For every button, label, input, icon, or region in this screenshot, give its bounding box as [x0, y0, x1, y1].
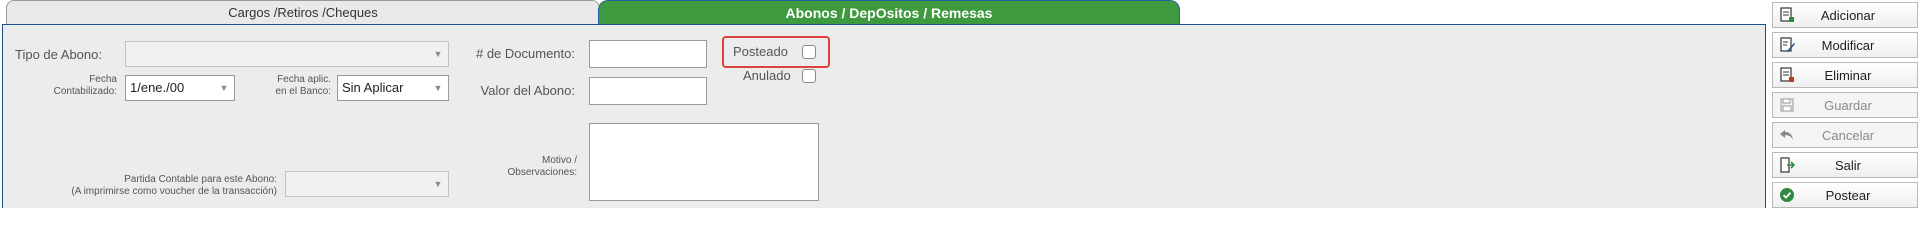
tab-cargos-label: Cargos /Retiros /Cheques: [228, 5, 378, 20]
anulado-label: Anulado: [743, 68, 791, 83]
undo-arrow-icon: [1773, 127, 1801, 143]
modificar-label: Modificar: [1821, 37, 1875, 53]
fecha-banco-label-line1: Fecha aplic.: [277, 74, 331, 85]
partida-label-line1: Partida Contable para este Abono:: [124, 174, 277, 185]
modificar-button[interactable]: Modificar: [1772, 32, 1918, 58]
exit-door-icon: [1773, 157, 1801, 173]
cancelar-label: Cancelar: [1821, 127, 1875, 143]
tipo-abono-label: Tipo de Abono:: [15, 47, 102, 62]
fecha-contab-label: Fecha Contabilizado:: [13, 74, 117, 98]
valor-abono-input[interactable]: [589, 77, 707, 105]
motivo-label-line2: Observaciones:: [507, 167, 577, 178]
num-documento-label: # de Documento:: [475, 46, 575, 61]
motivo-label: Motivo / Observaciones:: [473, 155, 577, 179]
save-icon: [1773, 97, 1801, 113]
partida-contable-label: Partida Contable para este Abono: (A imp…: [11, 174, 277, 198]
adicionar-button[interactable]: Adicionar: [1772, 2, 1918, 28]
chevron-down-icon[interactable]: ▼: [428, 42, 448, 66]
adicionar-label: Adicionar: [1820, 7, 1876, 23]
partida-label-line2: (A imprimirse como voucher de la transac…: [71, 186, 277, 197]
chevron-down-icon[interactable]: ▼: [428, 172, 448, 196]
fecha-contab-label-line2: Contabilizado:: [53, 86, 117, 97]
fecha-banco-label-line2: en el Banco:: [275, 86, 331, 97]
motivo-label-line1: Motivo /: [541, 155, 577, 166]
eliminar-button[interactable]: Eliminar: [1772, 62, 1918, 88]
fecha-banco-label: Fecha aplic. en el Banco:: [239, 74, 331, 98]
fecha-banco-value: Sin Aplicar: [342, 80, 404, 95]
salir-button[interactable]: Salir: [1772, 152, 1918, 178]
anulado-checkbox[interactable]: [802, 69, 816, 83]
abonos-form-panel: Tipo de Abono: ▼ Fecha Contabilizado: 1/…: [2, 24, 1766, 208]
chevron-down-icon[interactable]: ▼: [428, 76, 448, 100]
eliminar-label: Eliminar: [1824, 67, 1872, 83]
fecha-contab-dropdown[interactable]: 1/ene./00 ▼: [125, 75, 235, 101]
fecha-contab-label-line1: Fecha: [89, 74, 117, 85]
num-documento-input[interactable]: [589, 40, 707, 68]
edit-document-icon: [1773, 37, 1801, 53]
tab-abonos-label: Abonos / DepOsitos / Remesas: [785, 5, 993, 21]
postear-label: Postear: [1825, 187, 1871, 203]
fecha-contab-value: 1/ene./00: [130, 80, 185, 95]
valor-abono-label: Valor del Abono:: [480, 83, 575, 98]
guardar-label: Guardar: [1824, 97, 1872, 113]
motivo-observaciones-textarea[interactable]: [589, 123, 819, 201]
chevron-down-icon[interactable]: ▼: [214, 76, 234, 100]
tipo-abono-dropdown[interactable]: ▼: [125, 41, 449, 67]
salir-label: Salir: [1834, 157, 1861, 173]
postear-button[interactable]: Postear: [1772, 182, 1918, 208]
cancelar-button[interactable]: Cancelar: [1772, 122, 1918, 148]
guardar-button[interactable]: Guardar: [1772, 92, 1918, 118]
posteado-highlight-box: [722, 36, 830, 68]
fecha-banco-dropdown[interactable]: Sin Aplicar ▼: [337, 75, 449, 101]
delete-document-icon: [1773, 67, 1801, 83]
actions-sidebar: Adicionar Modificar Eliminar Guardar Can…: [1770, 0, 1920, 208]
add-document-icon: [1773, 7, 1801, 23]
partida-contable-dropdown[interactable]: ▼: [285, 171, 449, 197]
tab-cargos-retiros-cheques[interactable]: Cargos /Retiros /Cheques: [6, 0, 600, 24]
check-circle-icon: [1773, 187, 1801, 203]
tab-abonos-depositos-remesas[interactable]: Abonos / DepOsitos / Remesas: [598, 0, 1180, 24]
